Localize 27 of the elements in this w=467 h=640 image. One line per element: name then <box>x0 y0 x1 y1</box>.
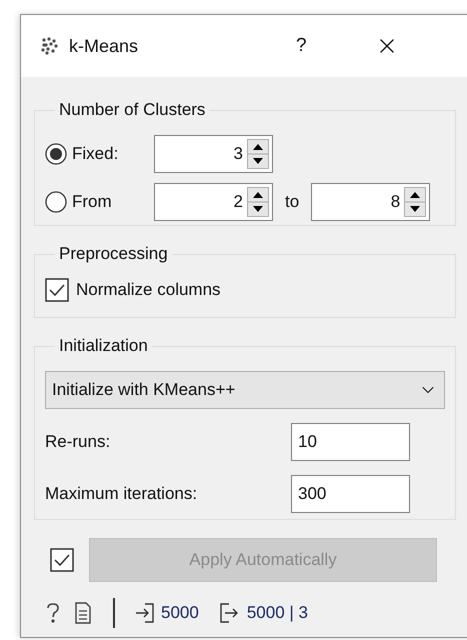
spin-box[interactable]: 2 <box>154 183 273 221</box>
spin-arrows-icon[interactable] <box>247 187 269 217</box>
window-title: k-Means <box>69 34 138 58</box>
dropdown[interactable]: Initialize with KMeans++ <box>45 371 445 409</box>
spin-box[interactable]: 8 <box>311 183 430 221</box>
input-count: 5000 <box>161 602 199 624</box>
radio-label: From <box>72 191 113 214</box>
input-field[interactable]: 10 <box>291 423 410 461</box>
range-label: to <box>285 191 300 214</box>
radio-label: Fixed: <box>72 143 120 166</box>
field-label: Maximum iterations: <box>45 483 198 506</box>
output-count: 5000 | 3 <box>246 602 308 624</box>
checkbox[interactable] <box>45 278 69 302</box>
document-icon[interactable] <box>75 602 91 624</box>
output-arrow-icon <box>218 602 239 624</box>
input-field[interactable]: 300 <box>291 475 410 513</box>
radio-button[interactable] <box>45 143 67 165</box>
scatter-dots-icon <box>41 37 59 55</box>
help-button[interactable]: ? <box>296 32 307 60</box>
spin-arrows-icon[interactable] <box>404 187 426 217</box>
input-arrow-icon <box>135 602 155 624</box>
checkbox-label: Normalize columns <box>76 279 221 301</box>
radio-button[interactable] <box>45 191 67 213</box>
spin-arrows-icon[interactable] <box>247 139 269 169</box>
spin-box[interactable]: 3 <box>154 135 273 173</box>
field-label: Re-runs: <box>45 431 112 454</box>
help-icon[interactable] <box>45 602 61 624</box>
